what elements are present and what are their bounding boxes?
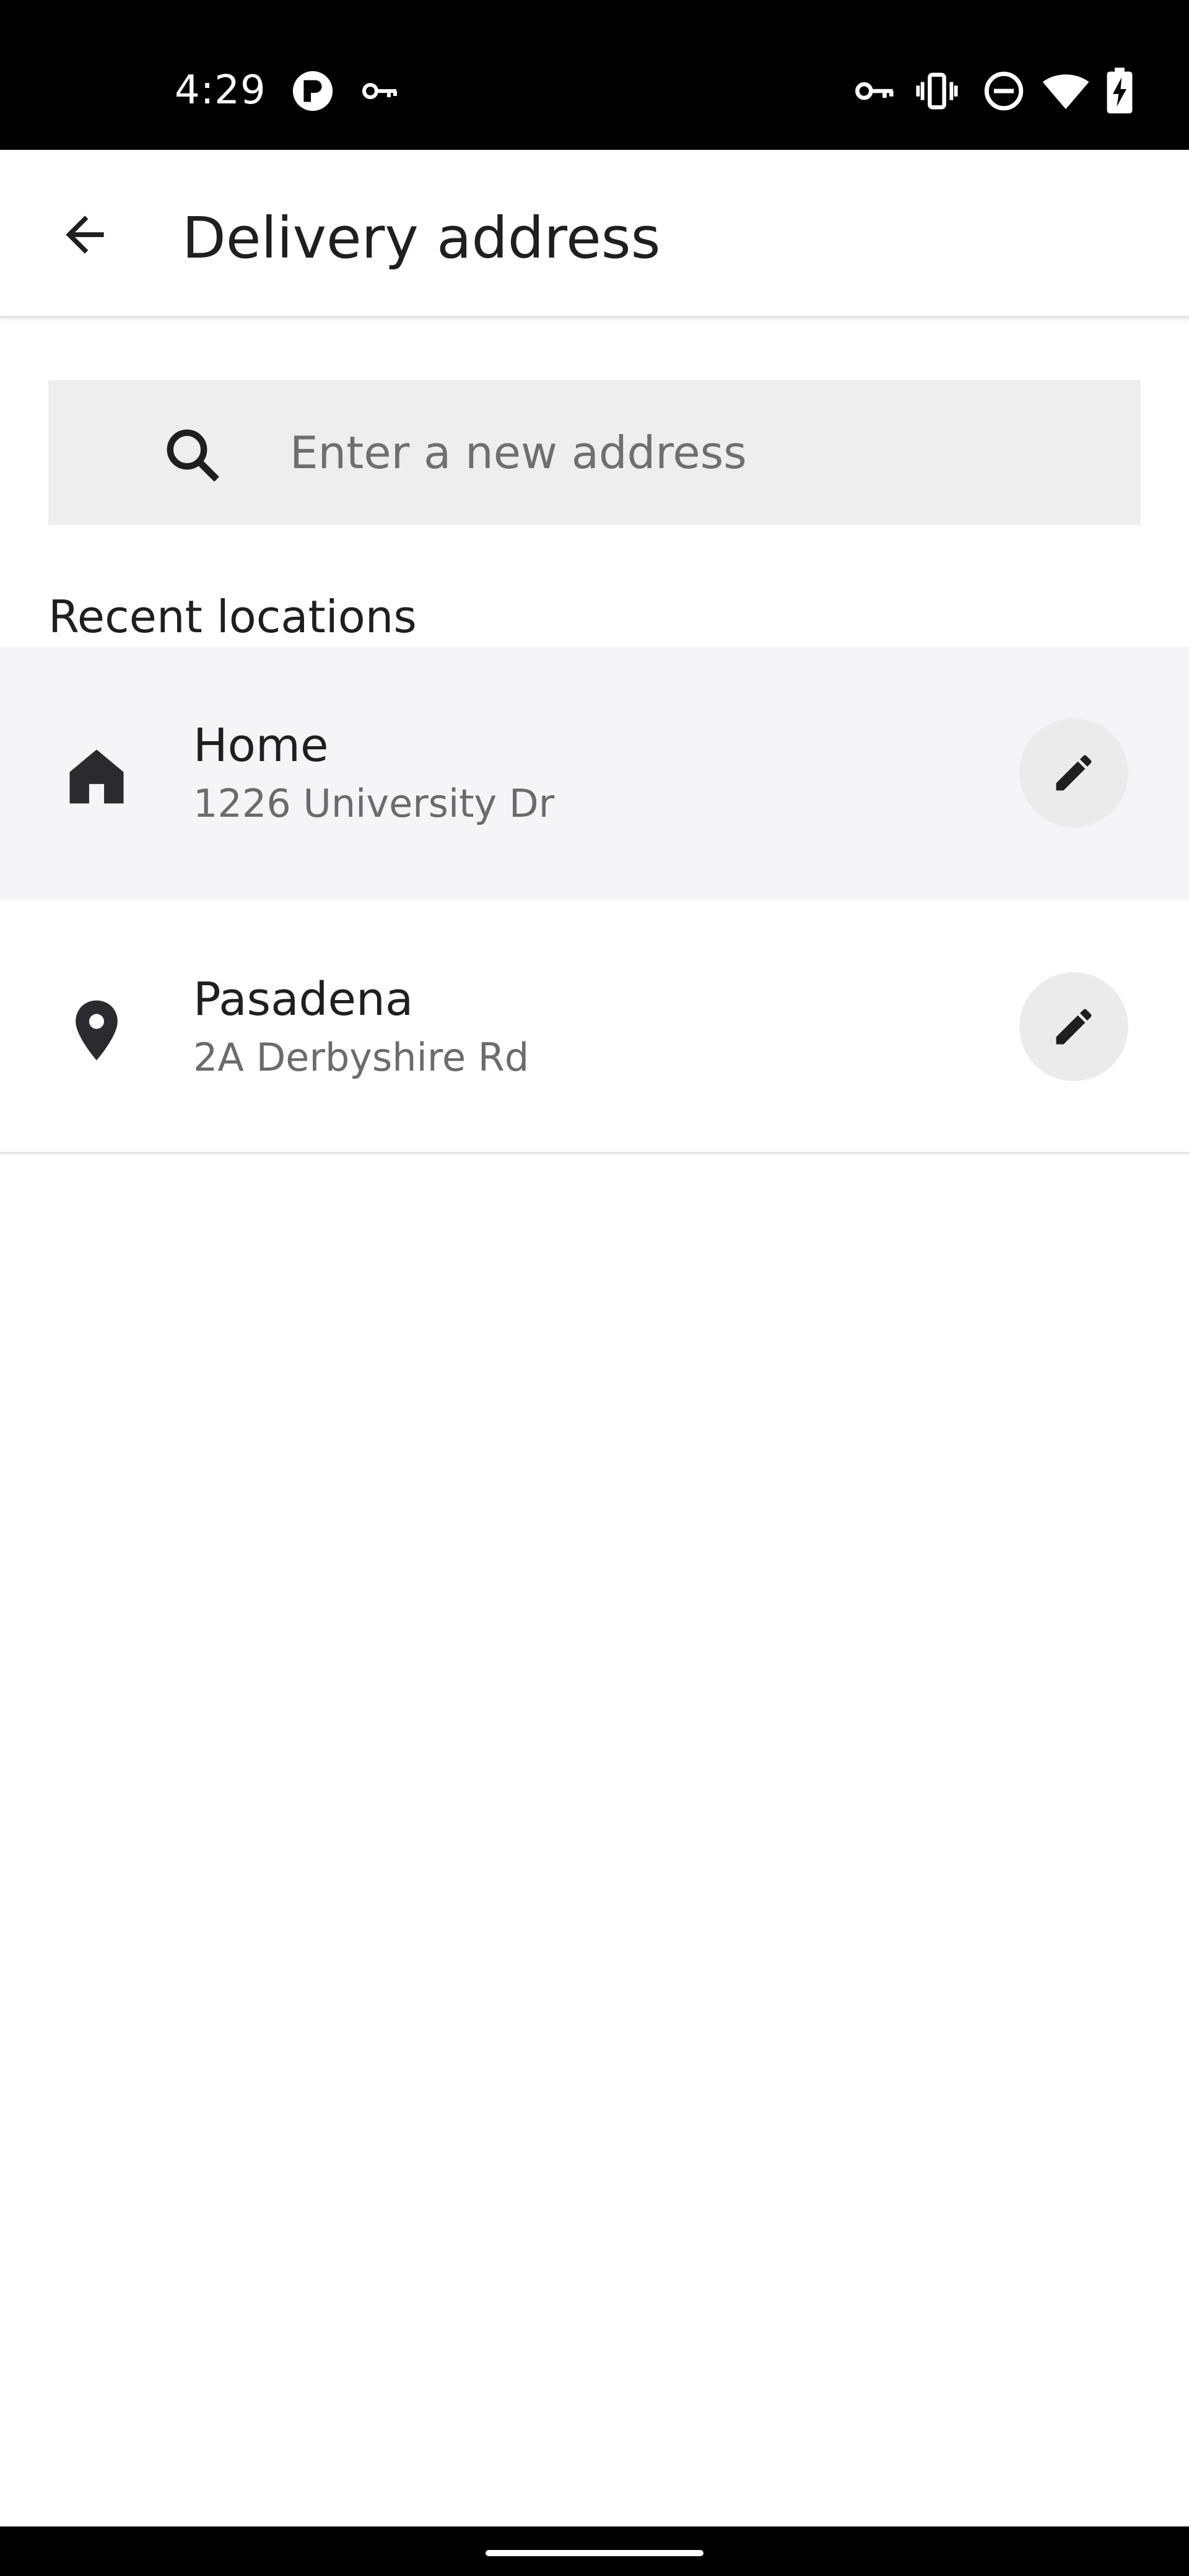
location-pin-icon bbox=[76, 1000, 118, 1061]
pencil-icon bbox=[1056, 755, 1092, 791]
recent-locations-list: Home 1226 University Dr Pasadena 2A Derb… bbox=[0, 646, 1189, 1154]
location-item-home[interactable]: Home 1226 University Dr bbox=[0, 646, 1189, 900]
location-title: Pasadena bbox=[193, 973, 414, 1026]
address-search-input[interactable] bbox=[242, 380, 1108, 525]
app-bar: Delivery address bbox=[0, 150, 1189, 318]
status-time: 4:29 bbox=[175, 67, 266, 113]
wifi-icon bbox=[1042, 74, 1089, 110]
system-navigation-bar bbox=[0, 2526, 1189, 2576]
do-not-disturb-icon bbox=[984, 71, 1024, 111]
page-title: Delivery address bbox=[182, 205, 661, 271]
search-icon bbox=[167, 429, 219, 482]
app-notification-icon bbox=[292, 71, 333, 111]
battery-charging-icon bbox=[1107, 67, 1133, 114]
location-title: Home bbox=[193, 719, 329, 772]
home-gesture-handle[interactable] bbox=[486, 2550, 703, 2556]
vibrate-icon bbox=[916, 72, 958, 110]
back-button[interactable] bbox=[51, 201, 119, 269]
arrow-left-icon bbox=[66, 215, 104, 254]
key-icon bbox=[362, 83, 397, 99]
status-bar: 4:29 bbox=[0, 0, 1189, 150]
edit-location-button[interactable] bbox=[1019, 718, 1128, 827]
home-icon bbox=[69, 749, 124, 804]
location-address: 1226 University Dr bbox=[193, 781, 555, 826]
address-search-box[interactable] bbox=[48, 380, 1141, 525]
edit-location-button[interactable] bbox=[1019, 972, 1128, 1081]
location-address: 2A Derbyshire Rd bbox=[193, 1035, 529, 1080]
location-item-pasadena[interactable]: Pasadena 2A Derbyshire Rd bbox=[0, 900, 1189, 1154]
vpn-key-icon bbox=[855, 82, 894, 100]
recent-locations-heading: Recent locations bbox=[48, 591, 417, 643]
pencil-icon bbox=[1056, 1009, 1092, 1045]
